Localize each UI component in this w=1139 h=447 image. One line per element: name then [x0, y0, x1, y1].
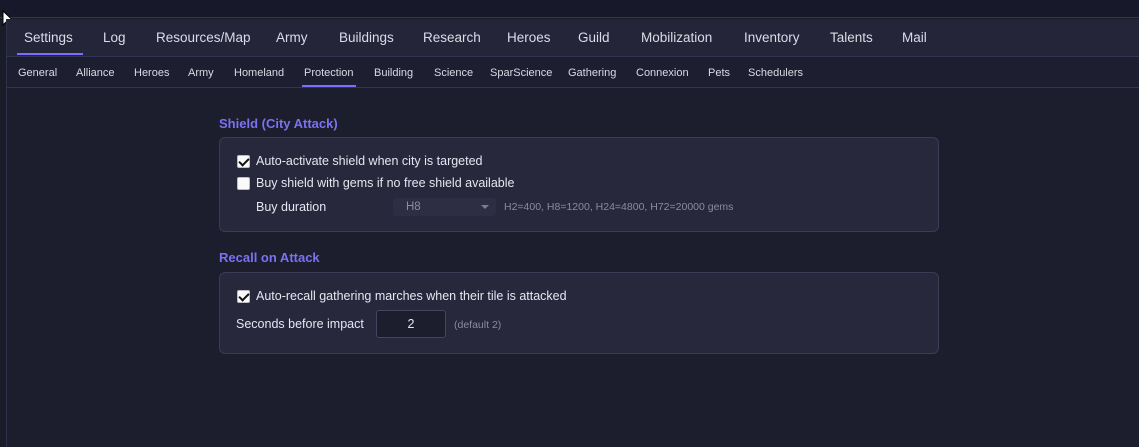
subtab-general[interactable]: General: [18, 58, 57, 88]
tab-buildings[interactable]: Buildings: [339, 19, 394, 57]
title-bar: [0, 0, 1139, 18]
auto-recall-row[interactable]: Auto-recall gathering marches when their…: [237, 289, 567, 303]
seconds-before-impact-label: Seconds before impact: [236, 317, 364, 331]
subtab-alliance[interactable]: Alliance: [76, 58, 115, 88]
subtab-army[interactable]: Army: [188, 58, 214, 88]
recall-settings-card: Auto-recall gathering marches when their…: [219, 272, 939, 354]
subtab-sparscience[interactable]: SparScience: [490, 58, 552, 88]
settings-window: Settings Log Resources/Map Army Building…: [6, 19, 1139, 447]
subtab-science[interactable]: Science: [434, 58, 473, 88]
tab-talents[interactable]: Talents: [830, 19, 873, 57]
subtab-connexion[interactable]: Connexion: [636, 58, 689, 88]
buy-duration-label: Buy duration: [256, 200, 327, 214]
seconds-default-hint: (default 2): [454, 319, 502, 331]
tab-guild[interactable]: Guild: [578, 19, 610, 57]
chevron-down-icon: [481, 205, 489, 209]
buy-duration-hint: H2=400, H8=1200, H24=4800, H72=20000 gem…: [504, 201, 734, 213]
sub-tab-bar: General Alliance Heroes Army Homeland Pr…: [7, 58, 1139, 88]
shield-section-title: Shield (City Attack): [219, 116, 338, 131]
recall-section-title: Recall on Attack: [219, 250, 320, 265]
subtab-schedulers[interactable]: Schedulers: [748, 58, 803, 88]
tab-heroes[interactable]: Heroes: [507, 19, 551, 57]
tab-research[interactable]: Research: [423, 19, 481, 57]
seconds-before-impact-input[interactable]: 2: [376, 310, 446, 338]
subtab-pets[interactable]: Pets: [708, 58, 730, 88]
buy-duration-value: H8: [406, 201, 421, 213]
tab-settings[interactable]: Settings: [17, 19, 83, 57]
buy-shield-gems-checkbox[interactable]: [237, 176, 250, 190]
buy-duration-select[interactable]: H8: [393, 198, 496, 216]
auto-recall-label: Auto-recall gathering marches when their…: [256, 289, 567, 303]
tab-mail[interactable]: Mail: [902, 19, 927, 57]
auto-recall-checkbox[interactable]: [237, 289, 250, 303]
auto-activate-shield-label: Auto-activate shield when city is target…: [256, 154, 483, 168]
subtab-heroes[interactable]: Heroes: [134, 58, 169, 88]
tab-inventory[interactable]: Inventory: [744, 19, 800, 57]
auto-activate-shield-row[interactable]: Auto-activate shield when city is target…: [237, 154, 483, 168]
subtab-homeland[interactable]: Homeland: [234, 58, 284, 88]
subtab-gathering[interactable]: Gathering: [568, 58, 616, 88]
tab-mobilization[interactable]: Mobilization: [641, 19, 712, 57]
tab-log[interactable]: Log: [103, 19, 126, 57]
buy-shield-gems-row[interactable]: Buy shield with gems if no free shield a…: [237, 176, 514, 190]
subtab-protection[interactable]: Protection: [302, 58, 356, 88]
subtab-building[interactable]: Building: [374, 58, 413, 88]
tab-resources-map[interactable]: Resources/Map: [156, 19, 251, 57]
auto-activate-shield-checkbox[interactable]: [237, 154, 250, 168]
shield-settings-card: Auto-activate shield when city is target…: [219, 137, 939, 232]
main-tab-bar: Settings Log Resources/Map Army Building…: [7, 19, 1139, 57]
tab-army[interactable]: Army: [276, 19, 308, 57]
buy-shield-gems-label: Buy shield with gems if no free shield a…: [256, 176, 515, 190]
